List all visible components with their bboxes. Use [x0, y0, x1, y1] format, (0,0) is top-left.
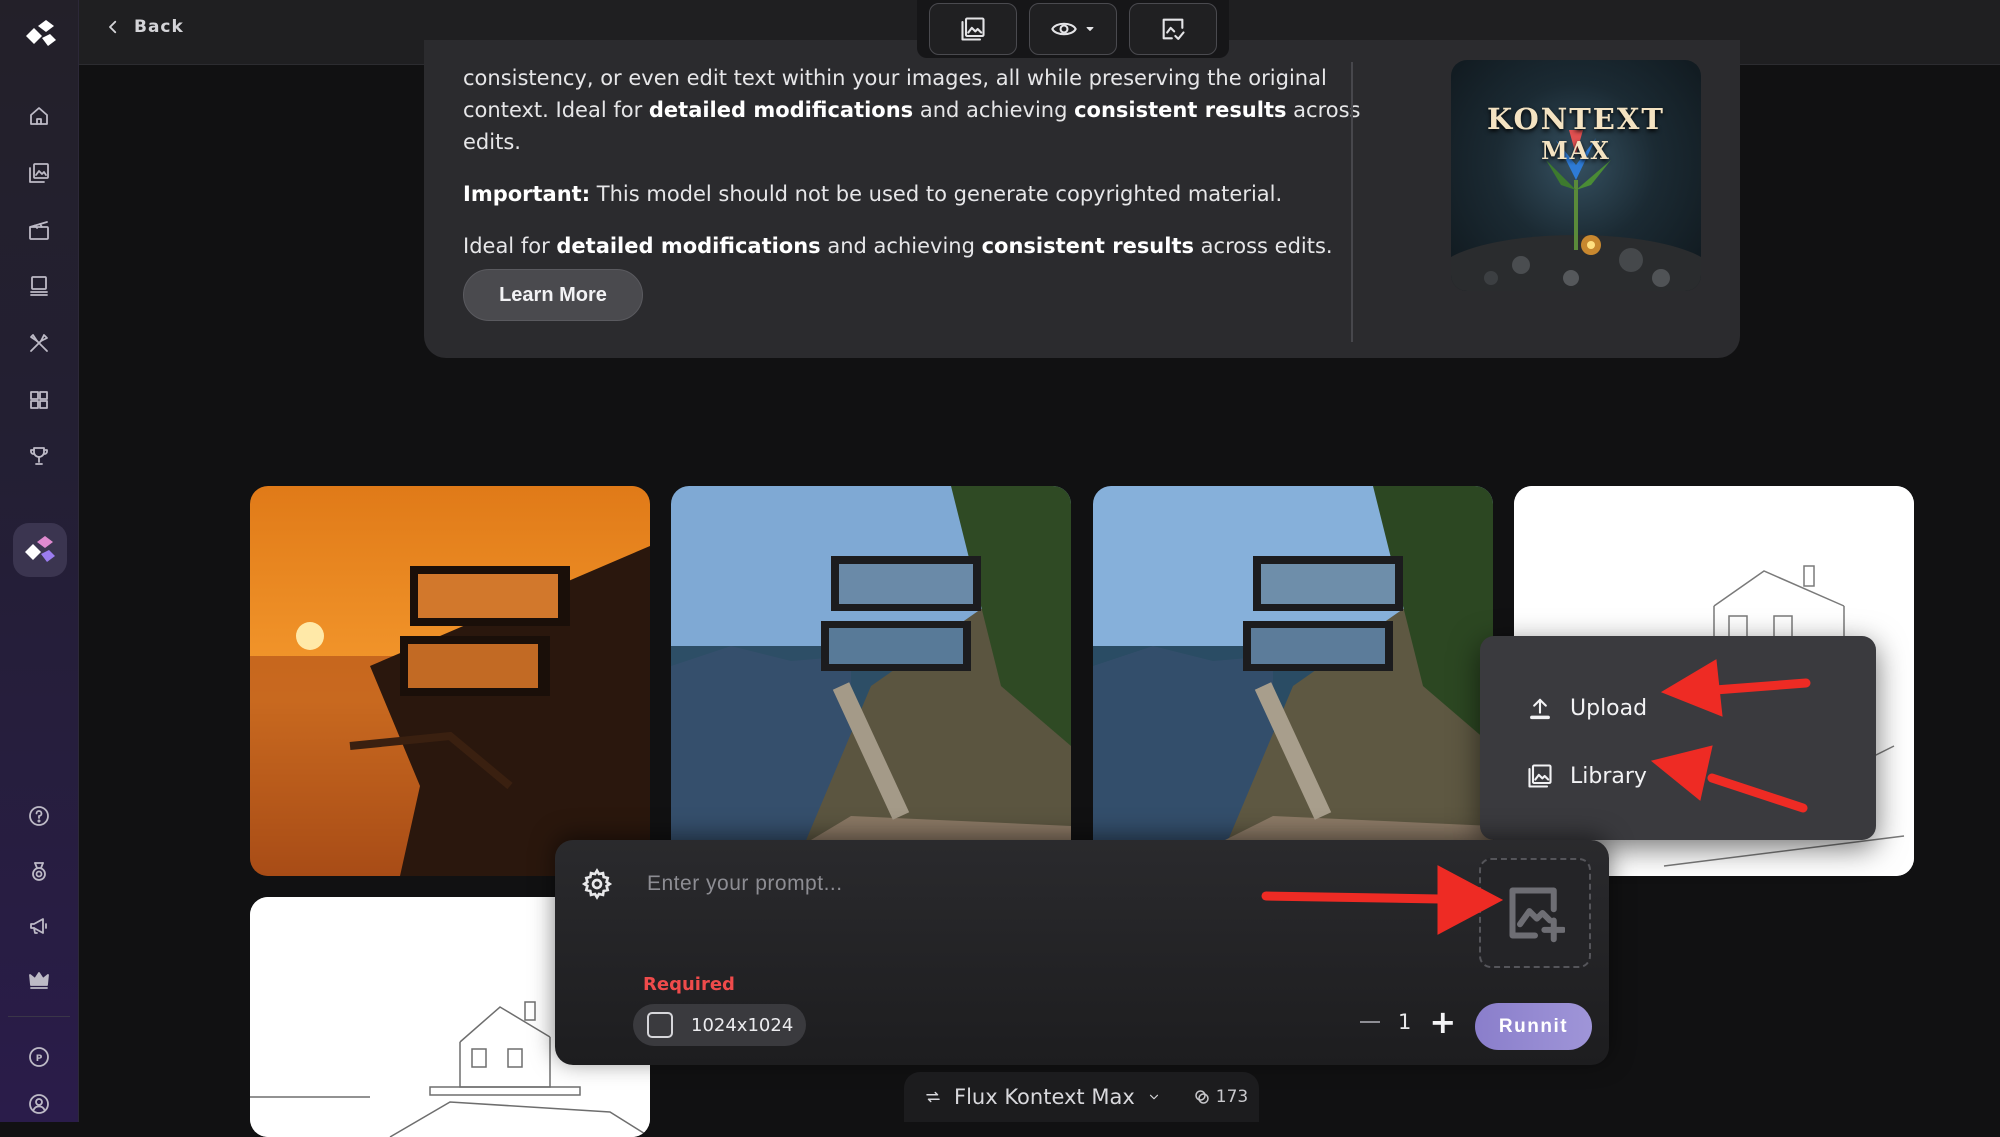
desc-bold: detailed modifications	[648, 98, 914, 122]
chevron-left-icon	[109, 20, 117, 34]
desc-text: and achieving	[820, 234, 982, 258]
credits-count: 173	[1193, 1087, 1248, 1107]
thumb-title: KONTEXT	[1487, 102, 1665, 136]
settings-gear-icon[interactable]	[581, 868, 613, 900]
images-icon[interactable]	[21, 155, 57, 191]
add-image-icon	[1509, 887, 1565, 943]
gallery-button[interactable]	[929, 3, 1017, 55]
image-source-menu: Upload Library	[1480, 636, 1876, 840]
library-menu-item[interactable]: Library	[1526, 756, 1647, 796]
model-name: Flux Kontext Max	[954, 1085, 1135, 1109]
upload-label: Upload	[1570, 695, 1648, 721]
library-label: Library	[1570, 763, 1647, 789]
gallery-icon	[961, 17, 985, 41]
upload-menu-item[interactable]: Upload	[1526, 688, 1647, 728]
help-icon[interactable]	[21, 798, 57, 834]
thumb-subtitle: MAX	[1541, 136, 1611, 165]
back-label: Back	[134, 17, 184, 37]
model-description: consistency, or even edit text within yo…	[463, 62, 1363, 282]
desc-text: across edits.	[1194, 234, 1333, 258]
back-button[interactable]: Back	[104, 14, 184, 40]
gallery-image-cliff-house-1[interactable]	[671, 486, 1071, 876]
p-coin-icon[interactable]: P	[21, 1039, 57, 1075]
svg-text:P: P	[36, 1054, 43, 1064]
desc-text: context. Ideal for	[463, 98, 649, 122]
decrement-button[interactable]	[1360, 1021, 1380, 1023]
model-thumbnail: KONTEXT MAX	[1451, 60, 1701, 291]
badge-icon[interactable]	[21, 854, 57, 890]
gallery-image-cliff-house-2[interactable]	[1093, 486, 1493, 876]
model-selector-bar[interactable]: Flux Kontext Max 173	[904, 1072, 1259, 1122]
view-toolbar	[917, 0, 1229, 58]
aspect-square-icon	[647, 1012, 673, 1038]
increment-button[interactable]: +	[1429, 1006, 1456, 1038]
info-divider	[1351, 62, 1353, 342]
upload-icon	[1530, 698, 1550, 720]
coins-icon	[1195, 1090, 1209, 1104]
home-icon[interactable]	[21, 98, 57, 134]
app-logo-icon[interactable]	[20, 14, 60, 54]
chevron-down-icon	[1149, 1094, 1158, 1100]
logo-active-icon[interactable]	[13, 523, 67, 577]
credits-value: 173	[1215, 1087, 1249, 1107]
desc-bold: detailed modifications	[556, 234, 821, 258]
library-icon	[1528, 764, 1552, 788]
image-check-button[interactable]	[1129, 3, 1217, 55]
tools-icon[interactable]	[21, 325, 57, 361]
size-label: 1024x1024	[691, 1014, 794, 1036]
trophy-icon[interactable]	[21, 438, 57, 474]
desc-text: and achieving	[913, 98, 1075, 122]
sidebar: P	[0, 0, 79, 1122]
model-info-card: consistency, or even edit text within yo…	[424, 40, 1740, 358]
desc-text: Ideal for	[463, 234, 557, 258]
desc-bold: consistent results	[981, 234, 1194, 258]
desc-bold: consistent results	[1074, 98, 1287, 122]
size-selector[interactable]: 1024x1024	[633, 1004, 806, 1046]
prompt-panel: Required 1024x1024 1 + Runnit	[555, 840, 1609, 1065]
image-check-icon	[1162, 18, 1185, 40]
learn-more-button[interactable]: Learn More	[463, 269, 643, 321]
clapperboard-icon[interactable]	[21, 212, 57, 248]
crown-icon[interactable]	[21, 962, 57, 998]
visibility-dropdown[interactable]	[1029, 3, 1117, 55]
important-label: Important:	[463, 182, 591, 206]
megaphone-icon[interactable]	[21, 908, 57, 944]
image-count-stepper: 1 +	[1360, 1006, 1456, 1038]
prompt-input[interactable]	[647, 862, 1427, 906]
caret-down-icon	[1086, 27, 1094, 31]
eye-icon	[1051, 22, 1077, 36]
grid-icon[interactable]	[21, 382, 57, 418]
required-label: Required	[643, 974, 735, 995]
desc-line-1: consistency, or even edit text within yo…	[463, 66, 1327, 90]
run-button[interactable]: Runnit	[1475, 1003, 1592, 1050]
stack-icon[interactable]	[21, 268, 57, 304]
add-image-button[interactable]	[1479, 858, 1591, 968]
user-icon[interactable]	[21, 1086, 57, 1122]
gallery-image-sunset-house[interactable]	[250, 486, 650, 876]
important-text: This model should not be used to generat…	[590, 182, 1283, 206]
sidebar-divider	[8, 1016, 70, 1017]
count-value: 1	[1398, 1010, 1412, 1034]
swap-icon	[926, 1091, 940, 1103]
